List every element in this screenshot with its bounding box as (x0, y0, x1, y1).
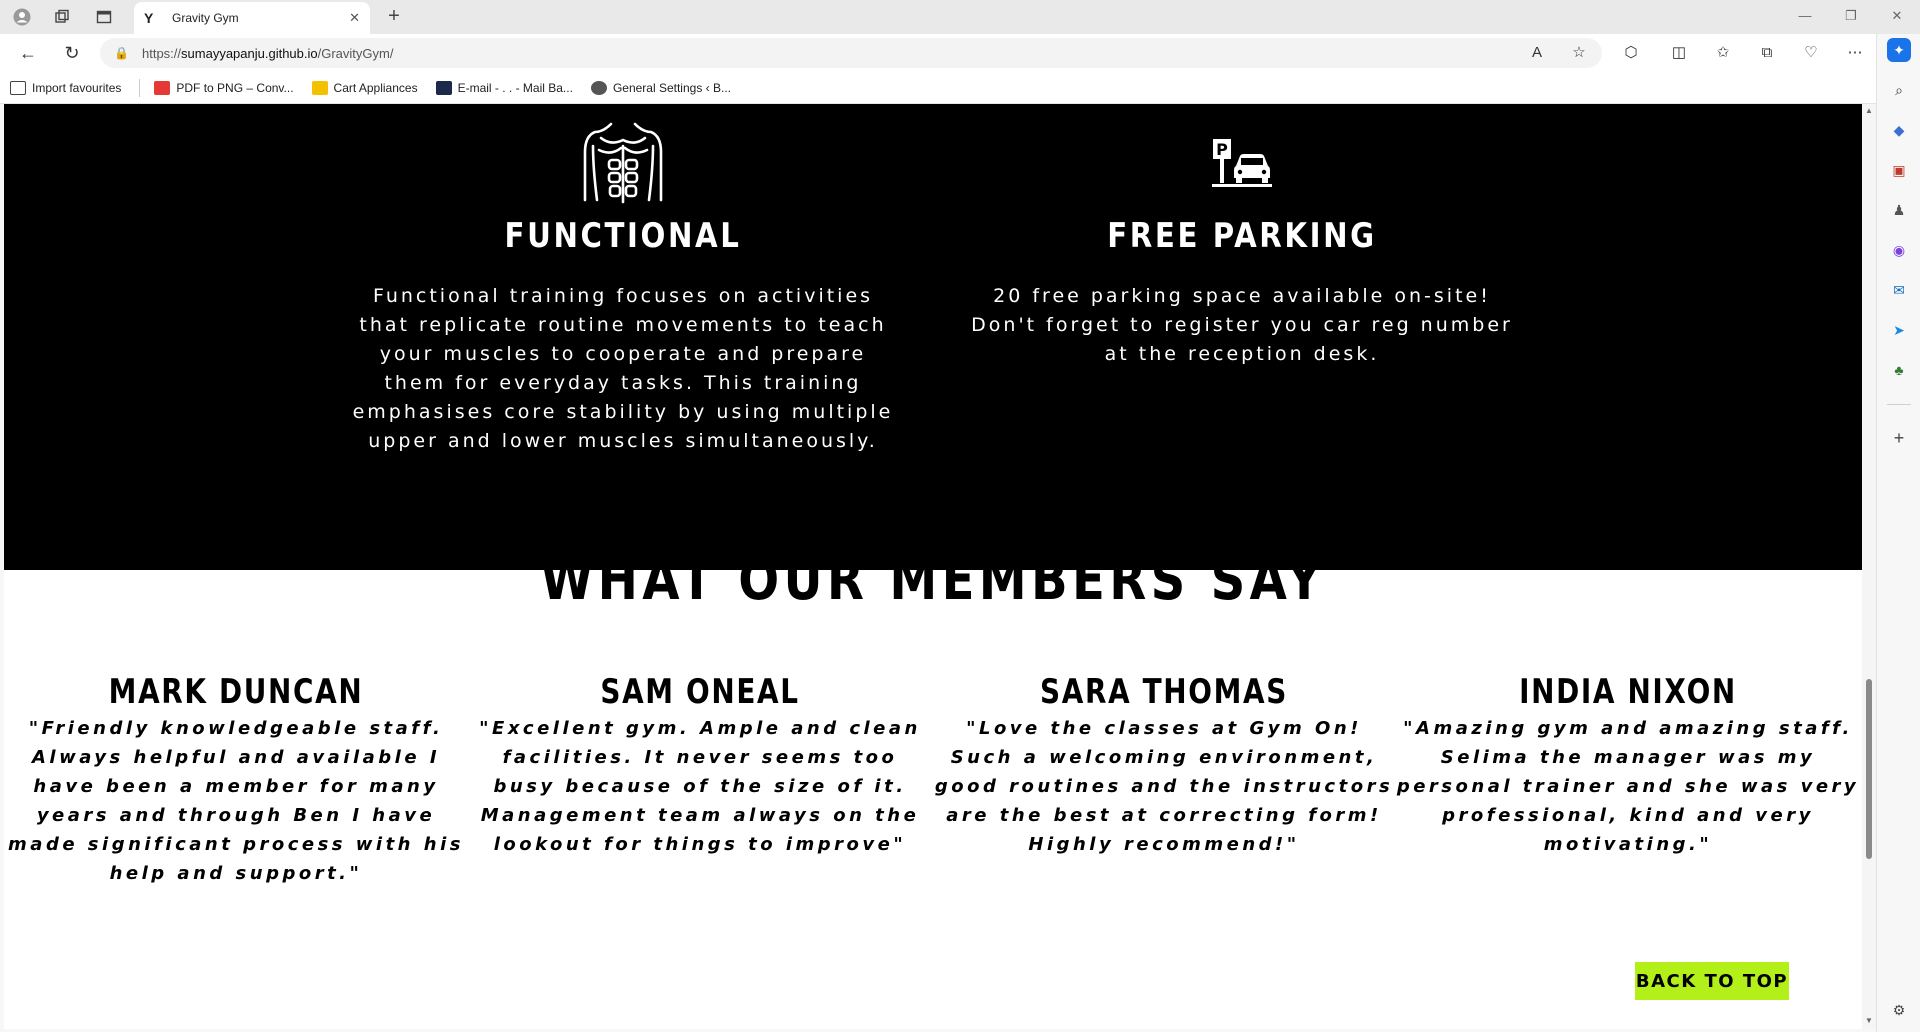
extensions-icon[interactable]: ⬡ (1618, 42, 1644, 64)
search-icon[interactable]: ⌕ (1887, 78, 1911, 102)
close-window-icon[interactable]: ✕ (1882, 8, 1912, 24)
tab-bar: Y Gravity Gym ✕ + — ❐ ✕ (0, 0, 1920, 34)
address-bar[interactable]: 🔒 https://sumayyapanju.github.io/Gravity… (100, 38, 1602, 68)
bookmark-general-settings[interactable]: General Settings ‹ B... (590, 80, 731, 95)
page-scrollbar[interactable]: ▲ ▼ (1862, 104, 1876, 1029)
office-icon[interactable]: ◉ (1887, 238, 1911, 262)
scroll-down-arrow-icon[interactable]: ▼ (1864, 1016, 1874, 1025)
import-icon (10, 80, 26, 95)
new-tab-button[interactable]: + (382, 6, 406, 28)
testimonial-quote: "Amazing gym and amazing staff. Selima t… (1396, 718, 1860, 855)
browser-essentials-icon[interactable]: ♡ (1798, 42, 1824, 64)
folder-icon (311, 80, 328, 95)
scroll-thumb[interactable] (1866, 679, 1872, 859)
vertical-tabs-icon[interactable] (94, 7, 114, 27)
navigation-bar: ← ↻ 🔒 https://sumayyapanju.github.io/Gra… (0, 34, 1876, 72)
testimonial-mark-duncan: MARK DUNCAN "Friendly knowledgeable staf… (4, 672, 468, 888)
testimonial-quote: "Excellent gym. Ample and clean faciliti… (479, 718, 921, 855)
tools-icon[interactable]: ▣ (1887, 158, 1911, 182)
testimonial-name: SARA THOMAS (1040, 672, 1288, 712)
parking-car-icon: P (962, 104, 1522, 204)
feature-free-parking: P FREE PARKING 20 free parking space ava… (962, 104, 1522, 369)
testimonial-sam-oneal: SAM ONEAL "Excellent gym. Ample and clea… (468, 672, 932, 859)
mail-icon (435, 80, 452, 95)
sidebar-separator (1887, 404, 1911, 405)
url-host: sumayyapanju.github.io (181, 45, 318, 61)
scroll-up-arrow-icon[interactable]: ▲ (1864, 106, 1874, 115)
feature-description: Functional training focuses on activitie… (352, 285, 894, 452)
profile-icon[interactable] (12, 7, 32, 27)
testimonial-quote: "Friendly knowledgeable staff. Always he… (8, 718, 464, 884)
bookmark-email[interactable]: E-mail - . . - Mail Ba... (435, 80, 573, 95)
url-prefix: https:// (142, 45, 182, 61)
restore-icon[interactable]: ❐ (1836, 8, 1866, 24)
page-viewport: FUNCTIONAL Functional training focuses o… (4, 104, 1862, 1029)
settings-more-icon[interactable]: ⋯ (1842, 42, 1868, 64)
add-sidebar-app-icon[interactable]: + (1887, 426, 1911, 450)
feature-functional: FUNCTIONAL Functional training focuses o… (343, 104, 903, 456)
bookmark-import-favourites[interactable]: Import favourites (10, 80, 121, 95)
refresh-icon[interactable]: ↻ (60, 42, 84, 64)
testimonials-heading: WHAT OUR MEMBERS SAY (540, 548, 1326, 613)
workspaces-icon[interactable] (52, 7, 72, 27)
testimonial-quote: "Love the classes at Gym On! Such a welc… (934, 718, 1394, 855)
minimize-icon[interactable]: — (1790, 8, 1820, 23)
back-to-top-button[interactable]: BACK TO TOP (1635, 962, 1789, 1000)
testimonial-name: SAM ONEAL (600, 672, 800, 712)
tree-icon[interactable]: ♣ (1887, 358, 1911, 382)
url-path: /GravityGym/ (317, 45, 394, 61)
read-aloud-icon[interactable]: A (1524, 42, 1550, 64)
feature-title: FUNCTIONAL (504, 216, 742, 256)
wordpress-icon (590, 80, 607, 95)
close-tab-icon[interactable]: ✕ (349, 10, 360, 26)
feature-description: 20 free parking space available on-site!… (971, 285, 1513, 365)
split-screen-icon[interactable]: ◫ (1666, 42, 1692, 64)
abs-muscle-icon (343, 104, 903, 204)
back-arrow-icon[interactable]: ← (16, 42, 40, 64)
feature-title: FREE PARKING (1107, 216, 1377, 256)
lock-icon: 🔒 (114, 46, 129, 60)
tab-title: Gravity Gym (172, 11, 239, 25)
games-icon[interactable]: ♟ (1887, 198, 1911, 222)
tab-gravity-gym[interactable]: Y Gravity Gym ✕ (134, 2, 370, 34)
favourite-star-icon[interactable]: ☆ (1566, 42, 1592, 64)
features-section: FUNCTIONAL Functional training focuses o… (4, 104, 1862, 570)
bookmark-cart-appliances[interactable]: Cart Appliances (311, 80, 418, 95)
outlook-icon[interactable]: ✉ (1887, 278, 1911, 302)
collections-icon[interactable]: ⧉ (1754, 42, 1780, 64)
testimonial-name: MARK DUNCAN (108, 672, 364, 712)
shopping-tag-icon[interactable]: ◆ (1887, 118, 1911, 142)
testimonial-name: INDIA NIXON (1519, 672, 1737, 712)
testimonial-sara-thomas: SARA THOMAS "Love the classes at Gym On!… (932, 672, 1396, 859)
sidebar-settings-gear-icon[interactable]: ⚙ (1887, 998, 1911, 1022)
testimonial-india-nixon: INDIA NIXON "Amazing gym and amazing sta… (1396, 672, 1860, 859)
copilot-icon[interactable]: ✦ (1887, 38, 1911, 62)
svg-text:P: P (1216, 140, 1228, 159)
send-icon[interactable]: ➤ (1887, 318, 1911, 342)
favourites-icon[interactable]: ✩ (1710, 42, 1736, 64)
gym-favicon-icon: Y (144, 10, 154, 26)
bookmark-pdf-to-png[interactable]: PDF to PNG – Conv... (154, 80, 294, 95)
pdf-icon (154, 80, 171, 95)
browser-sidebar: ✦ ⌕ ◆ ▣ ♟ ◉ ✉ ➤ ♣ + ⚙ (1876, 34, 1920, 1032)
bookmarks-bar: Import favourites PDF to PNG – Conv... C… (0, 72, 1876, 104)
bookmark-separator (139, 78, 141, 97)
